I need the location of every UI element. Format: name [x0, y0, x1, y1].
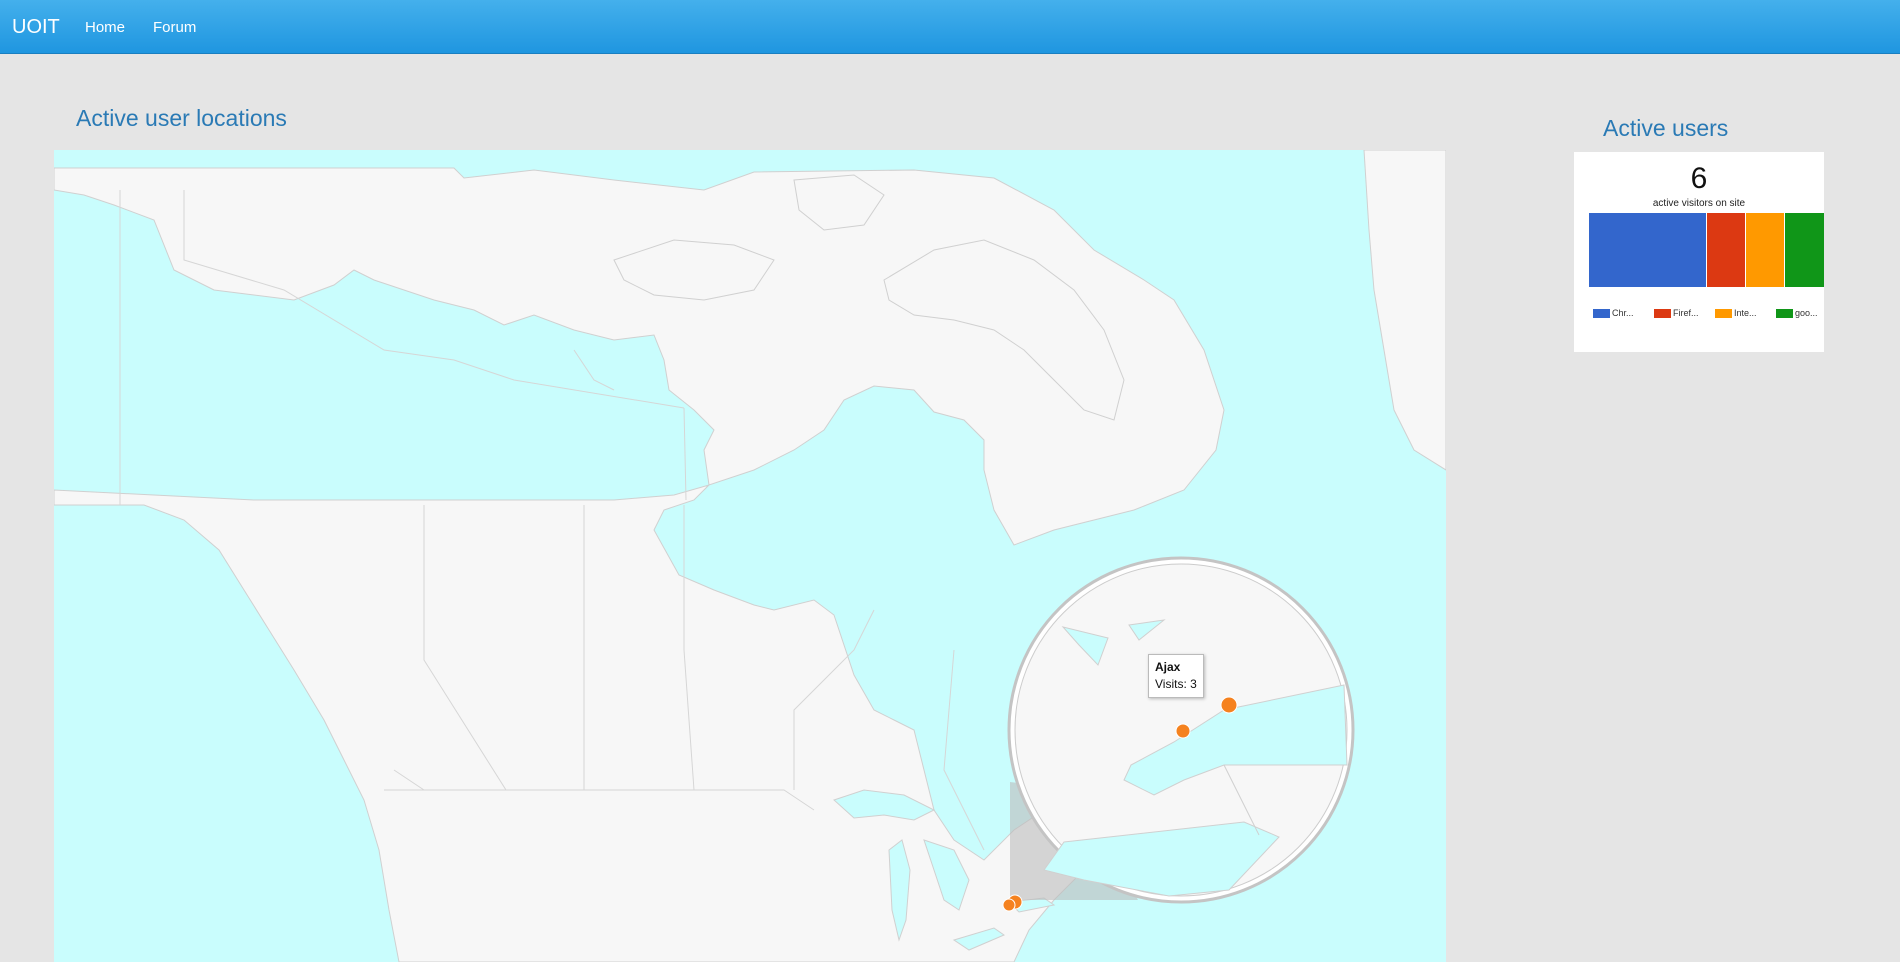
legend-swatch: [1776, 309, 1793, 319]
tooltip-visits-value: 3: [1190, 677, 1197, 691]
tooltip-visits-label: Visits:: [1155, 677, 1187, 691]
brand-link[interactable]: UOIT: [12, 16, 60, 39]
legend-label: Inte...: [1734, 308, 1757, 318]
map-marker-ajax-zoomed[interactable]: [1220, 696, 1238, 714]
legend-item-0[interactable]: Chr...: [1593, 308, 1634, 319]
browser-share-bar: [1589, 213, 1824, 287]
active-users-panel: 6 active visitors on site Chr... Firef...…: [1574, 152, 1824, 352]
map-marker-ajax[interactable]: [1002, 898, 1016, 912]
active-user-count-label: active visitors on site: [1652, 198, 1746, 209]
bar-segment-0[interactable]: [1589, 213, 1706, 287]
nav-forum-link[interactable]: Forum: [153, 19, 196, 36]
bar-segment-1[interactable]: [1707, 213, 1745, 287]
top-navbar: UOIT Home Forum: [0, 0, 1900, 54]
tooltip-city: Ajax: [1155, 660, 1181, 674]
active-user-count: 6: [1690, 162, 1708, 195]
legend-swatch: [1593, 309, 1610, 319]
legend-swatch: [1715, 309, 1732, 319]
legend-item-1[interactable]: Firef...: [1654, 308, 1699, 319]
map-marker-zoomed-2[interactable]: [1175, 723, 1191, 739]
nav-home-link[interactable]: Home: [85, 19, 125, 36]
bar-segment-3[interactable]: [1785, 213, 1824, 287]
geo-map[interactable]: Ajax Visits: 3: [54, 150, 1446, 962]
legend-item-3[interactable]: goo...: [1776, 308, 1818, 319]
legend-label: Firef...: [1673, 308, 1699, 318]
marker-tooltip: Ajax Visits: 3: [1148, 654, 1204, 698]
legend-swatch: [1654, 309, 1671, 319]
active-users-title: Active users: [1603, 115, 1729, 141]
map-section-title: Active user locations: [76, 105, 287, 131]
legend-item-2[interactable]: Inte...: [1715, 308, 1757, 319]
tooltip-visits: Visits: 3: [1155, 676, 1197, 693]
legend-label: Chr...: [1612, 308, 1634, 318]
marker-layer: [1002, 696, 1238, 912]
bar-segment-2[interactable]: [1746, 213, 1784, 287]
legend-label: goo...: [1795, 308, 1818, 318]
